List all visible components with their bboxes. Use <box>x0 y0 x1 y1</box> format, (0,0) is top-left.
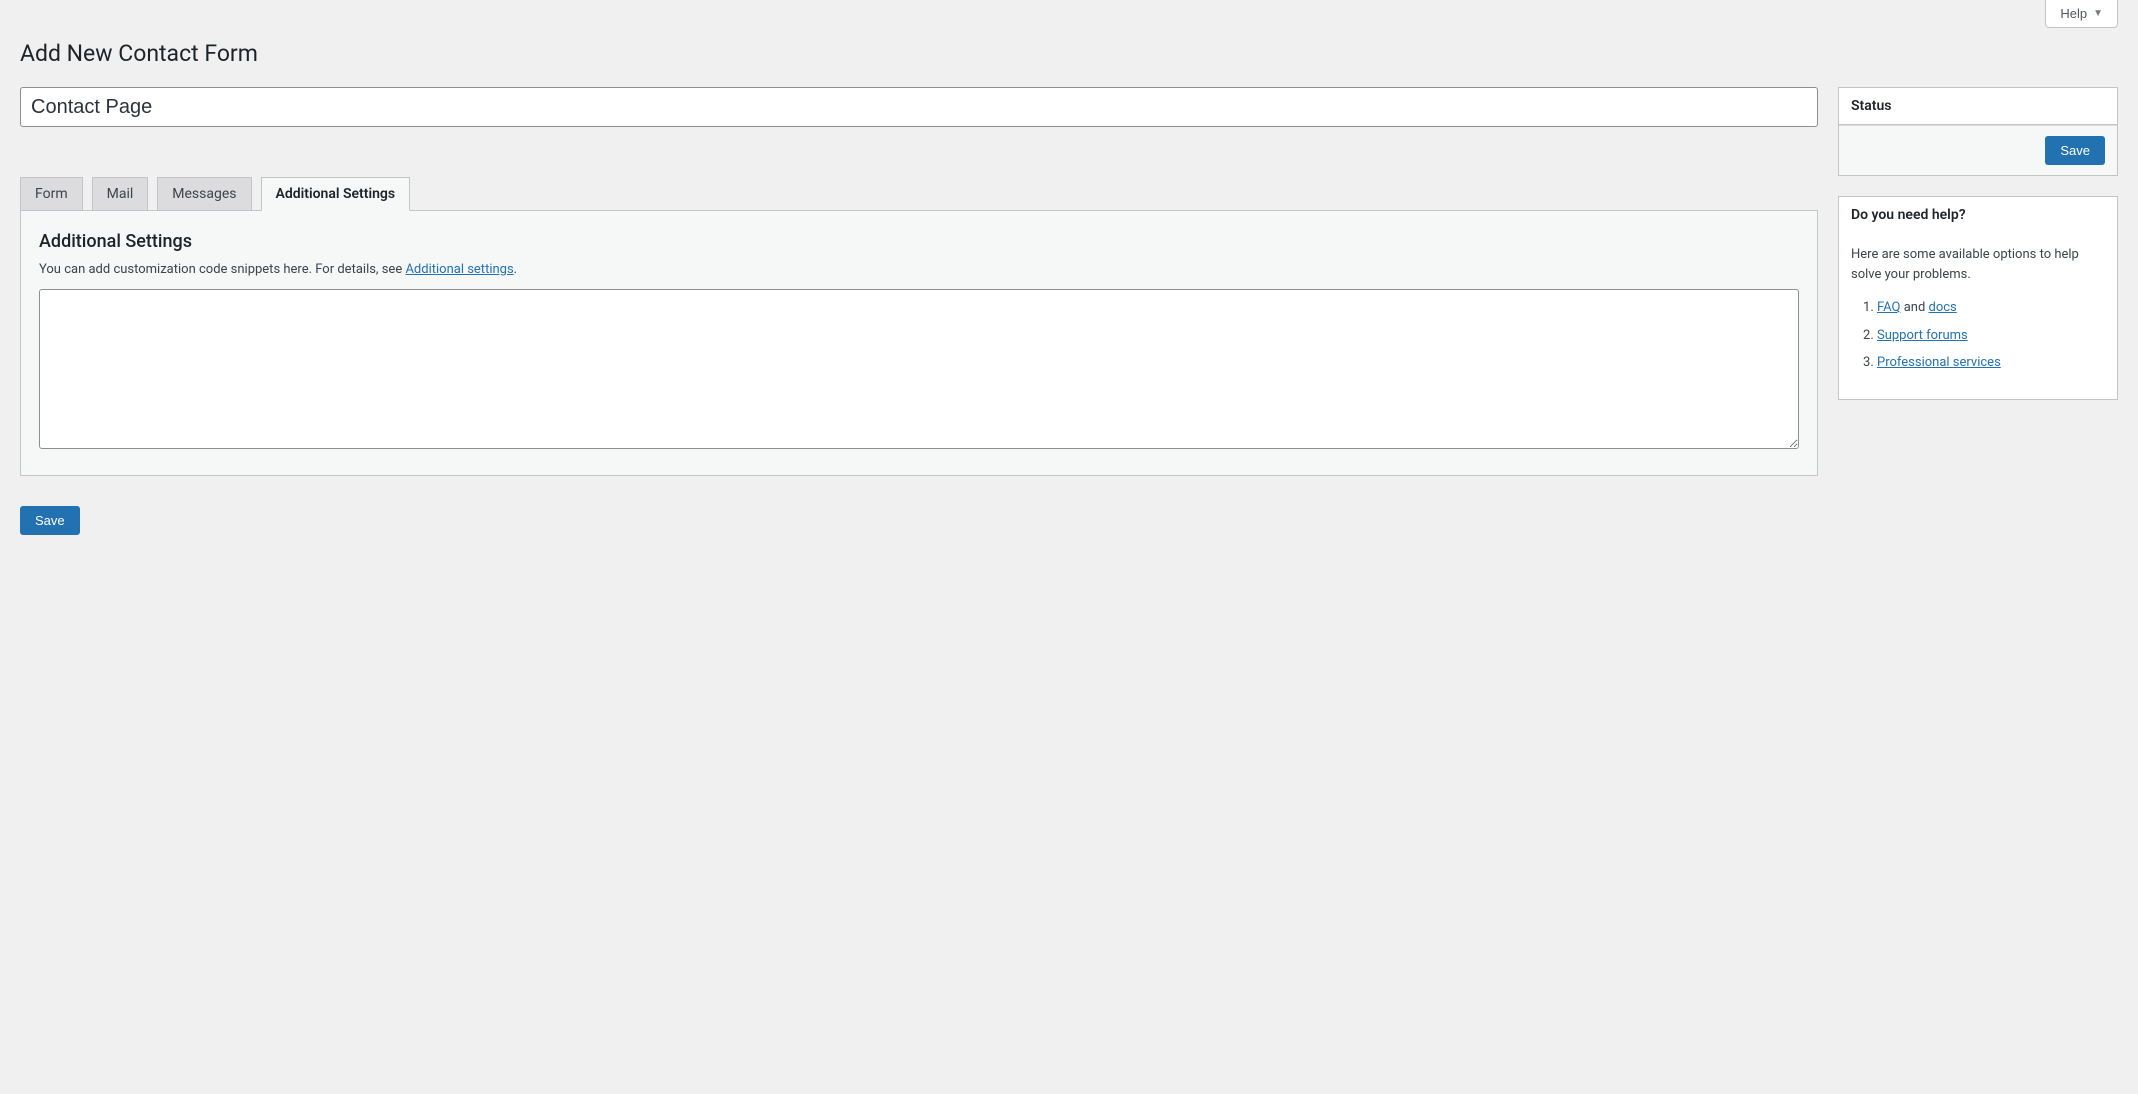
help-label: Help <box>2060 6 2087 21</box>
additional-settings-panel: Additional Settings You can add customiz… <box>20 210 1818 476</box>
help-postbox-title: Do you need help? <box>1839 197 2117 233</box>
support-forums-link[interactable]: Support forums <box>1877 328 1968 343</box>
panel-heading: Additional Settings <box>39 231 1799 252</box>
tab-messages[interactable]: Messages <box>157 177 251 211</box>
additional-settings-link[interactable]: Additional settings <box>405 262 513 277</box>
help-list-item-3: Professional services <box>1877 353 2105 373</box>
help-intro-text: Here are some available options to help … <box>1851 245 2105 284</box>
additional-settings-textarea[interactable] <box>39 289 1799 449</box>
docs-link[interactable]: docs <box>1929 300 1957 315</box>
help-item1-middle: and <box>1900 300 1928 315</box>
help-options-list: FAQ and docs Support forums Professional… <box>1851 298 2105 373</box>
save-button-bottom[interactable]: Save <box>20 506 80 535</box>
tab-form[interactable]: Form <box>20 177 83 211</box>
help-postbox: Do you need help? Here are some availabl… <box>1838 196 2118 400</box>
status-postbox-title: Status <box>1839 88 2117 125</box>
professional-services-link[interactable]: Professional services <box>1877 355 2001 370</box>
status-postbox: Status Save <box>1838 87 2118 176</box>
help-list-item-2: Support forums <box>1877 326 2105 346</box>
tab-mail[interactable]: Mail <box>92 177 149 211</box>
tab-additional-settings[interactable]: Additional Settings <box>261 177 411 211</box>
help-list-item-1: FAQ and docs <box>1877 298 2105 318</box>
tabs-bar: Form Mail Messages Additional Settings <box>20 177 1818 210</box>
faq-link[interactable]: FAQ <box>1877 300 1900 315</box>
form-title-input[interactable] <box>20 87 1818 127</box>
page-title: Add New Contact Form <box>20 40 2118 67</box>
help-toggle-button[interactable]: Help ▼ <box>2045 0 2118 28</box>
panel-description: You can add customization code snippets … <box>39 262 1799 277</box>
chevron-down-icon: ▼ <box>2093 8 2103 19</box>
panel-desc-suffix: . <box>514 262 517 277</box>
panel-desc-prefix: You can add customization code snippets … <box>39 262 405 277</box>
save-button-sidebar[interactable]: Save <box>2045 136 2105 165</box>
